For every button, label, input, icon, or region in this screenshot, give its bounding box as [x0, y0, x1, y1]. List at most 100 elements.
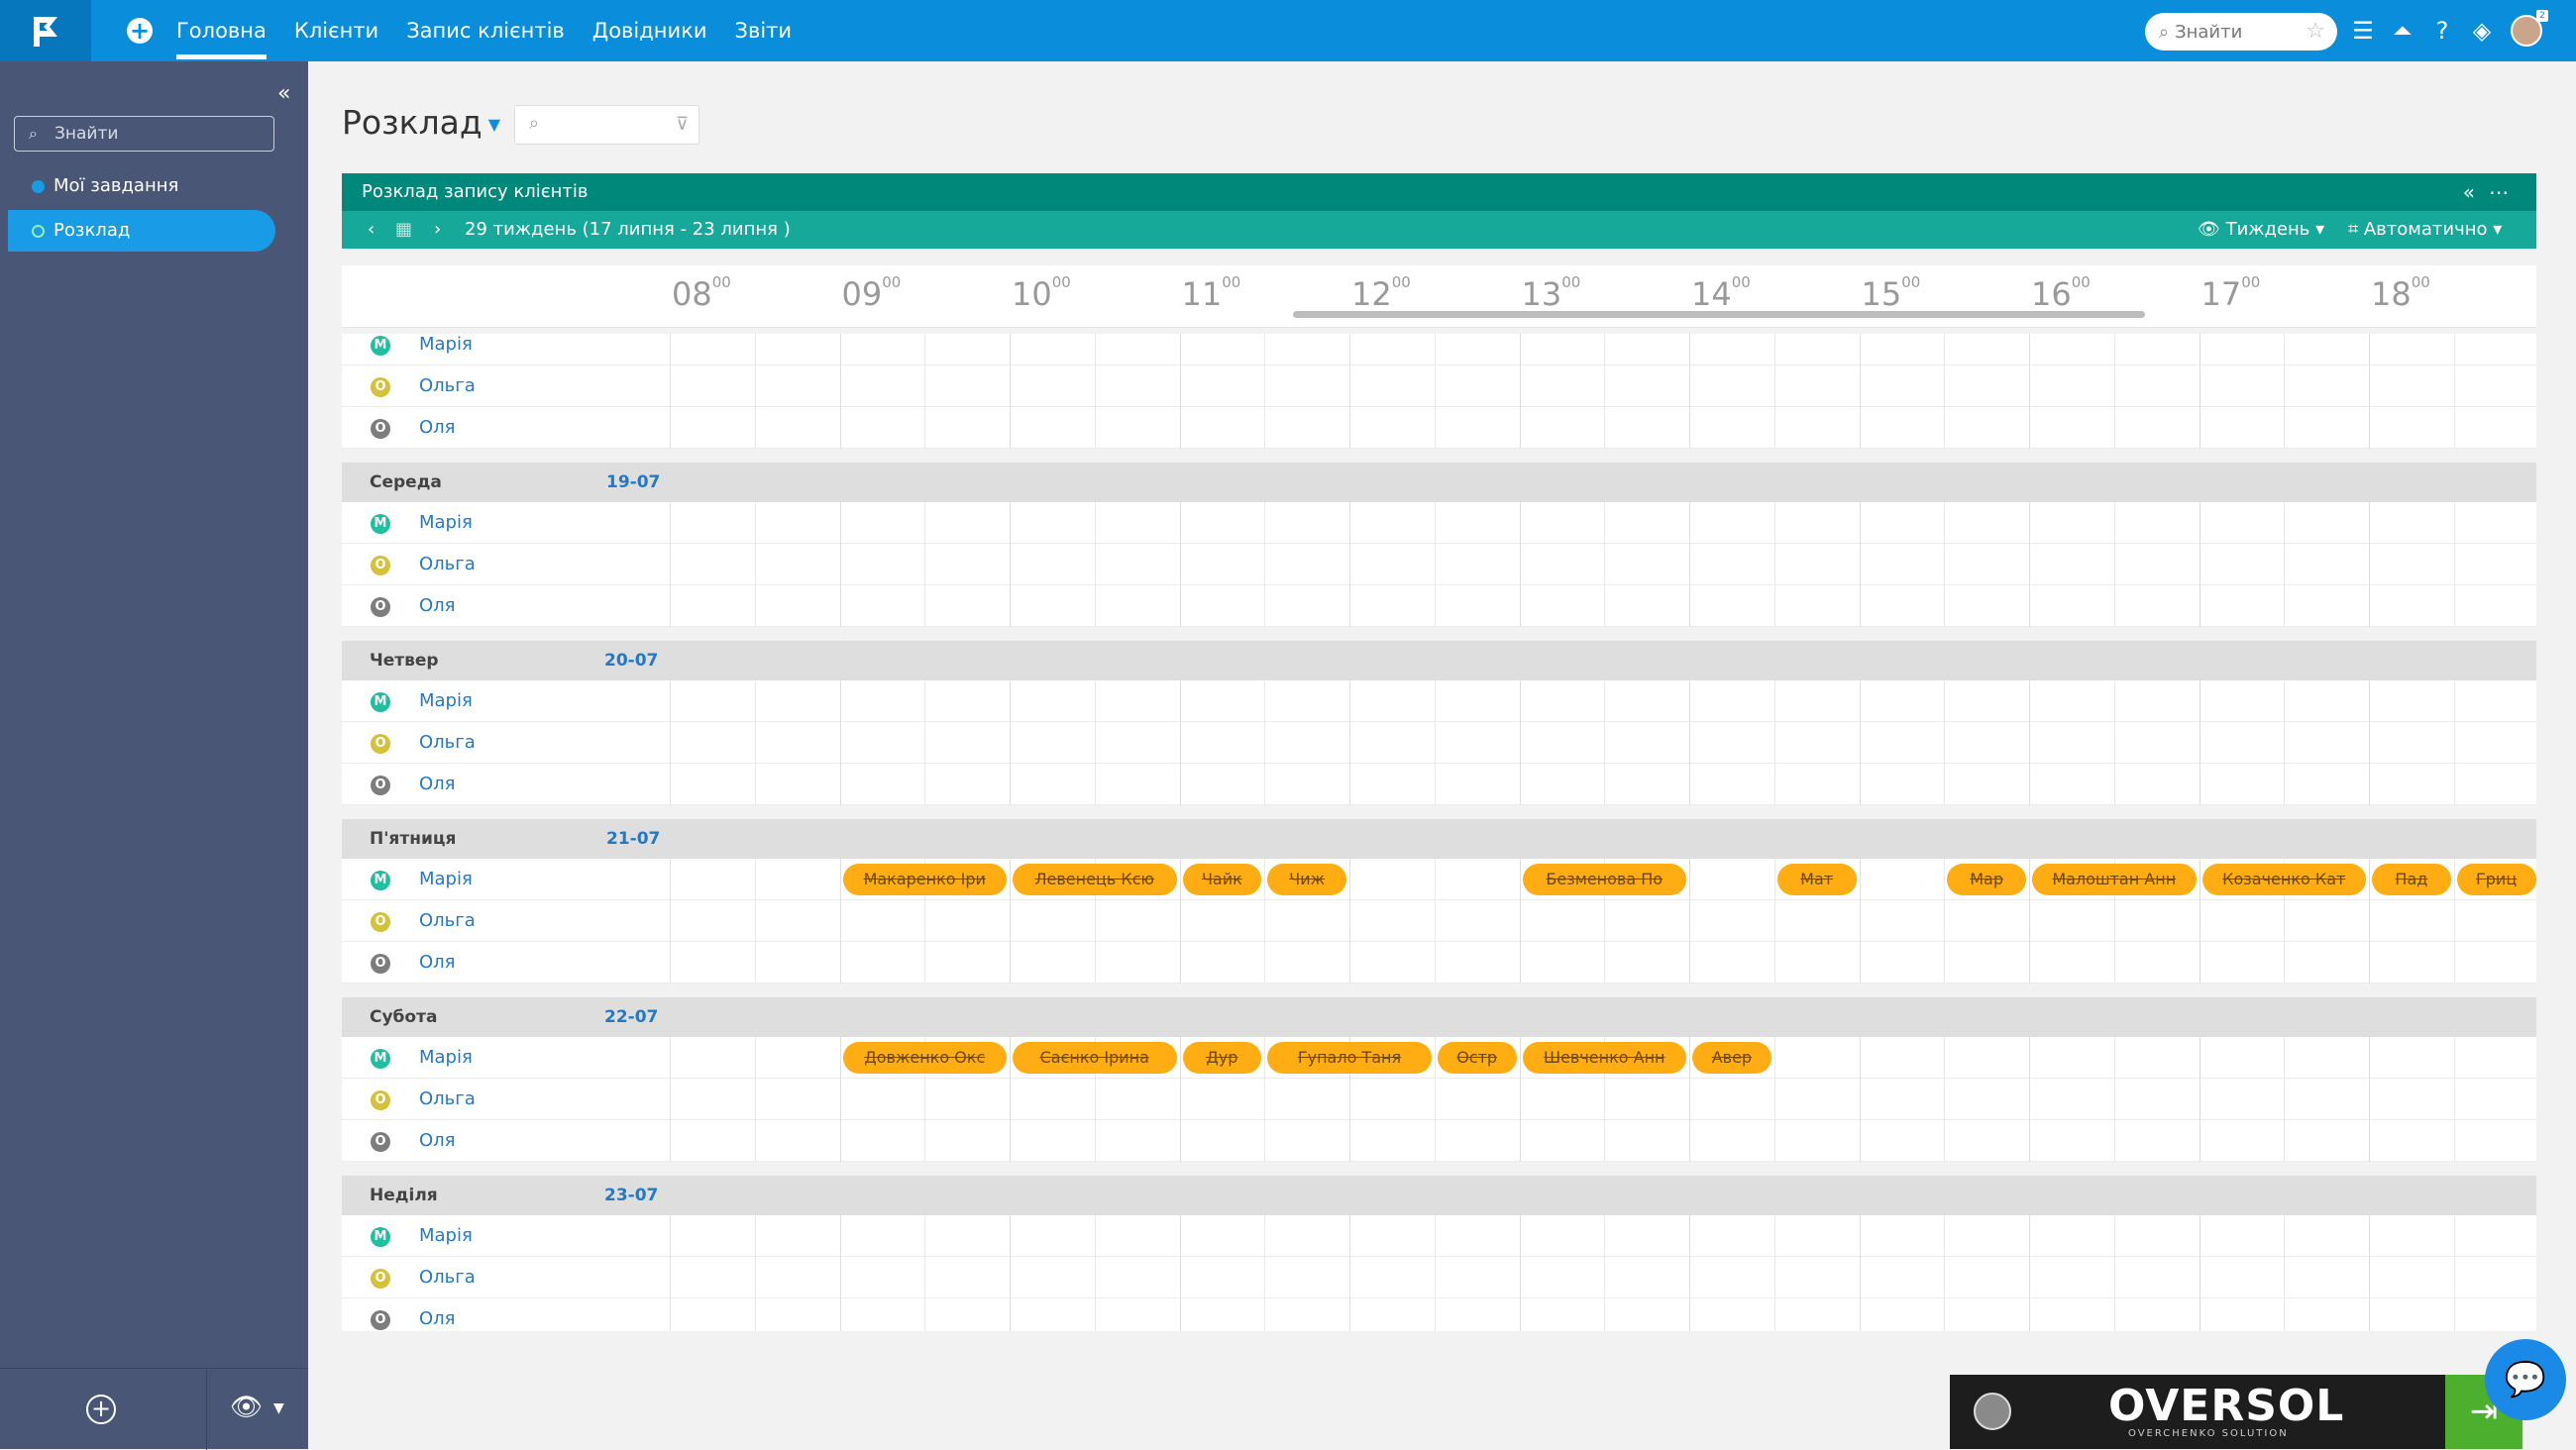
appointment-chip[interactable]: Авер [1692, 1042, 1771, 1074]
employee-name[interactable]: Ольга [419, 722, 476, 764]
view-mode-select[interactable]: 👁 Тиждень ▾ [2198, 211, 2324, 249]
employee-row[interactable]: О Ольга [342, 1079, 2536, 1120]
employee-name[interactable]: Марія [419, 334, 473, 365]
employee-row[interactable]: М Марія [342, 1215, 2536, 1257]
employee-row[interactable]: О Ольга [342, 544, 2536, 585]
brand-subtitle: OVERCHENKO SOLUTION [2128, 1428, 2289, 1439]
auto-mode-select[interactable]: ⌗ Автоматично ▾ [2348, 211, 2502, 249]
collapse-sidebar-icon[interactable]: « [277, 81, 290, 106]
employee-name[interactable]: Оля [419, 1298, 456, 1331]
employee-row[interactable]: О Ольга [342, 1257, 2536, 1298]
day-name: Субота [370, 1007, 438, 1027]
employee-name[interactable]: Марія [419, 1215, 473, 1257]
nav-client-booking[interactable]: Запис клієнтів [406, 0, 565, 61]
appointment-chip[interactable]: Малоштан Анн [2032, 864, 2197, 895]
sidebar-item-schedule[interactable]: Розклад [8, 210, 275, 252]
day-gap [342, 984, 2536, 997]
employee-row[interactable]: М Марія [342, 680, 2536, 722]
layers-icon[interactable]: ◈ [2469, 14, 2495, 48]
employee-name[interactable]: Ольга [419, 544, 476, 585]
prev-week-button[interactable]: ‹ [368, 211, 375, 249]
sidebar-search-input[interactable]: ⌕ Знайти [14, 116, 274, 152]
next-week-button[interactable]: › [434, 211, 441, 249]
employee-name[interactable]: Оля [419, 585, 456, 627]
employee-row[interactable]: О Оля [342, 1120, 2536, 1162]
nav-clients[interactable]: Клієнти [294, 0, 378, 61]
employee-row[interactable]: М Марія [342, 334, 2536, 365]
employee-row[interactable]: О Ольга [342, 365, 2536, 407]
employee-row[interactable]: О Оля [342, 585, 2536, 627]
rocket-icon[interactable]: ⏶ [2390, 14, 2415, 48]
page-title[interactable]: Розклад ▼ [342, 103, 500, 142]
appointment-chip[interactable]: Гриц [2456, 864, 2536, 895]
day-header: Четвер 20-07 [342, 641, 2536, 680]
appointment-chip[interactable]: Саєнко Ірина [1013, 1042, 1177, 1074]
appointment-chip[interactable]: Довженко Окс [842, 1042, 1007, 1074]
chevron-down-icon[interactable]: ▼ [488, 115, 500, 134]
appointment-chip[interactable]: Гупало Таня [1267, 1042, 1432, 1074]
employee-row[interactable]: О Оля [342, 764, 2536, 805]
day-name: Неділя [370, 1186, 438, 1205]
brand-banner: OVERSOL OVERCHENKO SOLUTION [1950, 1375, 2445, 1449]
employee-row[interactable]: О Оля [342, 407, 2536, 449]
more-icon[interactable]: ⋯ [2489, 180, 2522, 204]
flag-logo-icon [34, 17, 57, 47]
appointment-chip[interactable]: Безменова По [1522, 864, 1686, 895]
appointment-chip[interactable]: Козаченко Кат [2201, 864, 2366, 895]
filter-icon[interactable]: ⊽ [676, 114, 689, 135]
appointment-chip[interactable]: Шевченко Анн [1522, 1042, 1686, 1074]
appointment-chip[interactable]: Пад [2372, 864, 2451, 895]
employee-row[interactable]: О Оля [342, 1298, 2536, 1331]
eye-icon[interactable]: 👁 [230, 1393, 263, 1422]
employee-name[interactable]: Марія [419, 859, 473, 900]
collapse-panel-icon[interactable]: « [2463, 180, 2489, 204]
appointment-chip[interactable]: Чайк [1182, 864, 1262, 895]
employee-name[interactable]: Ольга [419, 1079, 476, 1120]
employee-name[interactable]: Ольга [419, 900, 476, 942]
employee-name[interactable]: Оля [419, 1120, 456, 1162]
employee-name[interactable]: Ольга [419, 1257, 476, 1298]
schedule-toolbar: ‹ ▦ › 29 тиждень (17 липня - 23 липня ) … [342, 211, 2536, 249]
nav-directories[interactable]: Довідники [592, 0, 707, 61]
sidebar-footer: + 👁 ▼ [0, 1368, 308, 1450]
employee-row[interactable]: О Ольга [342, 900, 2536, 942]
appointment-chip[interactable]: Мар [1947, 864, 2026, 895]
nav-home[interactable]: Головна [176, 0, 267, 61]
appointment-chip[interactable]: Чиж [1267, 864, 1346, 895]
quick-add-button[interactable]: + [127, 18, 153, 44]
employee-row[interactable]: О Ольга [342, 722, 2536, 764]
hour-label: 1600 [2031, 273, 2091, 313]
calendar-icon[interactable]: ▦ [395, 211, 412, 249]
add-icon[interactable]: + [86, 1395, 116, 1424]
appointment-chip[interactable]: Мат [1776, 864, 1857, 895]
employee-row[interactable]: О Оля [342, 942, 2536, 984]
employee-name[interactable]: Марія [419, 1037, 473, 1079]
appointment-chip[interactable]: Дур [1182, 1042, 1262, 1074]
nav-reports[interactable]: Звіти [735, 0, 793, 61]
appointment-chip[interactable]: Левенець Ксю [1013, 864, 1177, 895]
time-header: 0800 0900 1000 1100 1200 1300 1400 1500 1600 1700… [342, 265, 2536, 328]
sidebar: « ⌕ Знайти Мої завдання Розклад + 👁 ▼ [0, 61, 308, 1450]
employee-name[interactable]: Марія [419, 680, 473, 722]
employee-name[interactable]: Марія [419, 502, 473, 544]
chat-icon[interactable]: 💬 [2485, 1339, 2566, 1420]
employee-name[interactable]: Оля [419, 407, 456, 449]
employee-name[interactable]: Оля [419, 764, 456, 805]
sidebar-search-placeholder: Знайти [54, 124, 119, 144]
horizontal-scrollbar[interactable] [1293, 311, 2145, 318]
employee-avatar: О [371, 776, 390, 795]
employee-row[interactable]: М Марія [342, 502, 2536, 544]
chevron-down-icon[interactable]: ▼ [273, 1400, 284, 1416]
appointment-chip[interactable]: Макаренко Іри [842, 864, 1007, 895]
employee-name[interactable]: Оля [419, 942, 456, 984]
sidebar-item-my-tasks[interactable]: Мої завдання [8, 165, 275, 207]
menu-icon[interactable]: ☰ [2350, 14, 2376, 48]
employee-name[interactable]: Ольга [419, 365, 476, 407]
global-search-input[interactable]: ⌕ Знайти ☆ [2145, 13, 2337, 51]
top-bar: + Головна Клієнти Запис клієнтів Довідни… [0, 0, 2576, 61]
schedule-search-input[interactable]: ⌕ ⊽ [514, 105, 699, 145]
star-icon[interactable]: ☆ [2306, 19, 2325, 44]
app-logo[interactable] [0, 0, 91, 61]
help-icon[interactable]: ? [2429, 14, 2455, 48]
appointment-chip[interactable]: Остр [1437, 1042, 1517, 1074]
